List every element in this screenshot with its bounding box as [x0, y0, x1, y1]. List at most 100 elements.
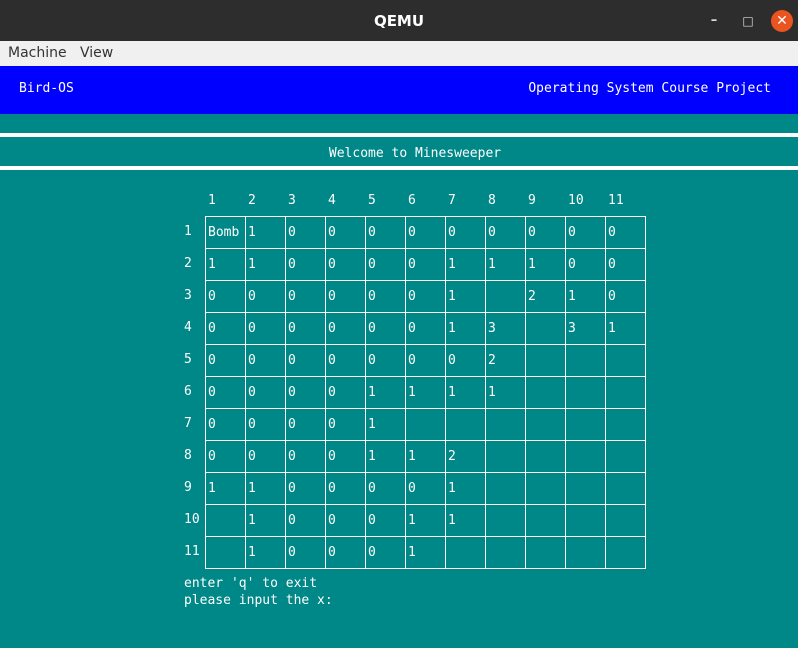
board-cell[interactable]: 0	[206, 377, 246, 409]
maximize-button[interactable]: □	[737, 10, 759, 32]
board-cell[interactable]: 0	[286, 441, 326, 473]
board-cell[interactable]: 0	[366, 249, 406, 281]
board-cell[interactable]: 1	[526, 249, 566, 281]
board-cell[interactable]: 0	[246, 377, 286, 409]
board-cell[interactable]: 1	[486, 377, 526, 409]
menu-machine[interactable]: Machine	[8, 45, 67, 61]
board-cell[interactable]	[406, 409, 446, 441]
board-cell[interactable]: 0	[286, 505, 326, 537]
board-cell[interactable]: 0	[446, 217, 486, 249]
board-cell[interactable]: 0	[326, 345, 366, 377]
board-cell[interactable]	[526, 409, 566, 441]
board-cell[interactable]: 0	[326, 377, 366, 409]
close-button[interactable]: ✕	[771, 10, 793, 32]
board-cell[interactable]: 0	[606, 249, 646, 281]
board-cell[interactable]: 0	[326, 281, 366, 313]
board-cell[interactable]	[446, 409, 486, 441]
minimize-button[interactable]: –	[703, 10, 725, 32]
board-cell[interactable]	[486, 281, 526, 313]
board-cell[interactable]	[566, 409, 606, 441]
board-cell[interactable]: 0	[566, 249, 606, 281]
board-cell[interactable]: 0	[326, 505, 366, 537]
board-cell[interactable]: 0	[406, 281, 446, 313]
board-cell[interactable]: 0	[366, 217, 406, 249]
board-cell[interactable]: 0	[206, 313, 246, 345]
board-cell[interactable]: 1	[446, 505, 486, 537]
board-cell[interactable]: 0	[326, 217, 366, 249]
board-cell[interactable]: 0	[326, 441, 366, 473]
board-cell[interactable]: 0	[206, 441, 246, 473]
board-cell[interactable]: 1	[206, 473, 246, 505]
board-cell[interactable]: 0	[606, 217, 646, 249]
board-cell[interactable]: Bomb	[206, 217, 246, 249]
board-cell[interactable]	[566, 377, 606, 409]
board-cell[interactable]: 2	[446, 441, 486, 473]
board-cell[interactable]: 1	[366, 409, 406, 441]
board-cell[interactable]: 0	[286, 345, 326, 377]
board-cell[interactable]: 0	[286, 249, 326, 281]
board-cell[interactable]: 0	[326, 537, 366, 569]
board-cell[interactable]	[526, 345, 566, 377]
board-cell[interactable]: 0	[366, 313, 406, 345]
board-cell[interactable]: 0	[326, 313, 366, 345]
board-cell[interactable]: 1	[446, 249, 486, 281]
board-cell[interactable]: 0	[286, 313, 326, 345]
board-cell[interactable]: 1	[206, 249, 246, 281]
board-cell[interactable]: 0	[566, 217, 606, 249]
board-cell[interactable]: 0	[406, 249, 446, 281]
board-cell[interactable]: 1	[406, 505, 446, 537]
board-cell[interactable]	[606, 537, 646, 569]
board-cell[interactable]: 1	[446, 473, 486, 505]
board-cell[interactable]	[526, 377, 566, 409]
board-cell[interactable]: 1	[446, 281, 486, 313]
board-cell[interactable]: 1	[486, 249, 526, 281]
board-cell[interactable]	[606, 441, 646, 473]
board-cell[interactable]: 0	[406, 345, 446, 377]
board-cell[interactable]	[526, 473, 566, 505]
board-cell[interactable]	[206, 505, 246, 537]
board-cell[interactable]: 0	[246, 281, 286, 313]
board-cell[interactable]	[526, 313, 566, 345]
board-cell[interactable]: 0	[326, 249, 366, 281]
board-cell[interactable]: 0	[446, 345, 486, 377]
vm-screen[interactable]: Bird-OS Operating System Course Project …	[0, 66, 798, 648]
board-cell[interactable]	[566, 473, 606, 505]
board-cell[interactable]: 0	[286, 377, 326, 409]
board-cell[interactable]: 1	[246, 505, 286, 537]
board-cell[interactable]: 0	[486, 217, 526, 249]
board-cell[interactable]	[486, 409, 526, 441]
menu-view[interactable]: View	[80, 45, 113, 61]
board-cell[interactable]: 0	[286, 281, 326, 313]
board-cell[interactable]: 1	[366, 441, 406, 473]
board-cell[interactable]	[486, 505, 526, 537]
board-cell[interactable]	[526, 441, 566, 473]
board-cell[interactable]: 0	[366, 537, 406, 569]
board-cell[interactable]: 0	[366, 281, 406, 313]
board-cell[interactable]: 1	[406, 441, 446, 473]
board-cell[interactable]: 1	[366, 377, 406, 409]
board-cell[interactable]: 0	[526, 217, 566, 249]
board-cell[interactable]: 0	[366, 345, 406, 377]
board-cell[interactable]: 1	[406, 377, 446, 409]
board-cell[interactable]: 0	[606, 281, 646, 313]
board-cell[interactable]	[606, 409, 646, 441]
board-cell[interactable]	[486, 473, 526, 505]
board-cell[interactable]: 0	[366, 473, 406, 505]
board-cell[interactable]: 3	[486, 313, 526, 345]
board-cell[interactable]	[526, 505, 566, 537]
board-cell[interactable]: 1	[246, 217, 286, 249]
board-cell[interactable]: 1	[446, 377, 486, 409]
board-cell[interactable]: 1	[406, 537, 446, 569]
board-cell[interactable]: 1	[246, 473, 286, 505]
board-cell[interactable]	[486, 537, 526, 569]
board-cell[interactable]	[606, 377, 646, 409]
board-cell[interactable]: 0	[286, 409, 326, 441]
board-cell[interactable]: 1	[246, 537, 286, 569]
board-cell[interactable]: 0	[326, 473, 366, 505]
board-cell[interactable]	[206, 537, 246, 569]
board-cell[interactable]: 0	[286, 473, 326, 505]
board-cell[interactable]: 0	[286, 217, 326, 249]
board-cell[interactable]: 0	[366, 505, 406, 537]
board-cell[interactable]	[566, 345, 606, 377]
board-cell[interactable]: 0	[406, 313, 446, 345]
